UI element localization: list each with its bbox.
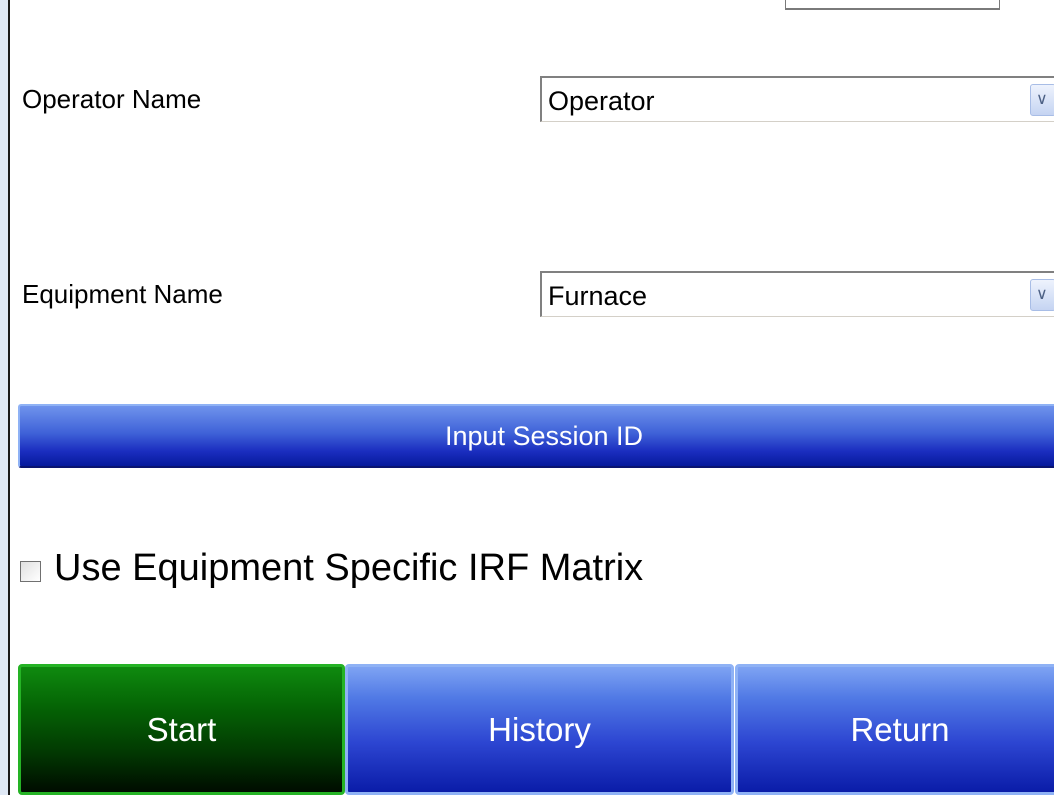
chevron-down-icon: ∨ bbox=[1036, 286, 1048, 303]
equipment-name-label: Equipment Name bbox=[22, 279, 223, 309]
operator-name-select[interactable]: Operator ∨ bbox=[540, 76, 1054, 122]
irf-matrix-label[interactable]: Use Equipment Specific IRF Matrix bbox=[54, 546, 643, 590]
irf-matrix-checkbox[interactable] bbox=[20, 561, 41, 582]
history-button[interactable]: History bbox=[345, 664, 734, 795]
window-left-border bbox=[0, 0, 10, 795]
input-session-id-button[interactable]: Input Session ID bbox=[18, 404, 1054, 468]
top-partial-control bbox=[785, 0, 1000, 10]
operator-dropdown-button[interactable]: ∨ bbox=[1030, 84, 1054, 116]
equipment-dropdown-button[interactable]: ∨ bbox=[1030, 279, 1054, 311]
return-button[interactable]: Return bbox=[735, 664, 1054, 795]
equipment-name-value: Furnace bbox=[548, 281, 648, 311]
equipment-name-select[interactable]: Furnace ∨ bbox=[540, 271, 1054, 317]
operator-name-label: Operator Name bbox=[22, 84, 202, 114]
operator-name-value: Operator bbox=[548, 86, 655, 116]
window-edge bbox=[8, 0, 10, 795]
chevron-down-icon: ∨ bbox=[1036, 91, 1048, 108]
start-button[interactable]: Start bbox=[18, 664, 345, 795]
